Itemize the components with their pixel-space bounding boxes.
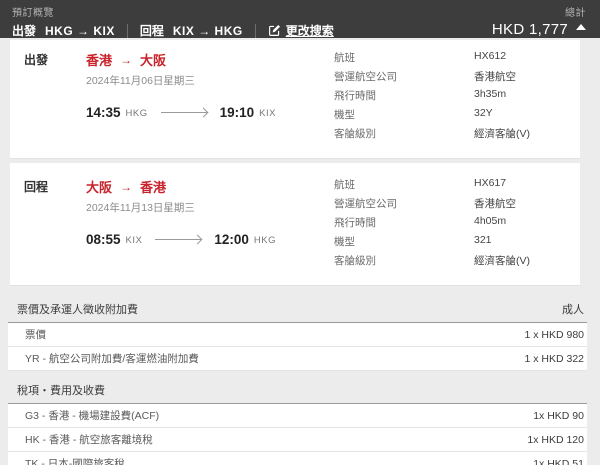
arrival-airport-code: KIX <box>259 108 276 119</box>
fare-section-header: 票價及承運人徵收附加費 成人 <box>8 297 587 323</box>
fare-line-label: YR - 航空公司附加費/客運燃油附加費 <box>25 351 199 366</box>
return-route: KIX → HKG <box>173 24 243 38</box>
taxes-section-header: 稅項・費用及收費 <box>8 378 587 404</box>
departure-airport-code: KIX <box>126 235 143 246</box>
operating-carrier-label: 營運航空公司 <box>334 69 474 84</box>
cabin-class-label: 客艙級別 <box>334 253 474 268</box>
tax-line-value: 1x HKD 90 <box>533 410 584 422</box>
divider <box>255 24 256 38</box>
aircraft-type-value: 32Y <box>474 107 493 122</box>
tax-line-value: 1x HKD 51 <box>533 458 584 465</box>
aircraft-type-label: 機型 <box>334 107 474 122</box>
divider <box>127 24 128 38</box>
passenger-type-header: 成人 <box>562 301 584 317</box>
operating-carrier-value: 香港航空 <box>474 196 516 211</box>
return-label: 回程 <box>140 22 164 39</box>
arrival-time: 12:00 <box>214 232 249 247</box>
fare-line-value: 1 x HKD 980 <box>524 329 584 341</box>
fare-line-label: 票價 <box>25 327 46 342</box>
segment-direction-label: 出發 <box>24 48 86 145</box>
edit-icon <box>268 24 281 37</box>
origin-city: 香港 <box>86 50 112 69</box>
arrival-airport-code: HKG <box>254 235 276 246</box>
flight-duration-value: 4h05m <box>474 215 506 230</box>
arrival-time: 19:10 <box>220 105 255 120</box>
operating-carrier-label: 營運航空公司 <box>334 196 474 211</box>
booking-overview-title: 預訂概覽 <box>12 4 334 19</box>
segment-details: 航班HX612 營運航空公司香港航空 飛行時間3h35m 機型32Y 客艙級別經… <box>334 48 580 145</box>
flight-number-value: HX617 <box>474 177 506 192</box>
destination-city: 大阪 <box>140 50 166 69</box>
taxes-section-title: 稅項・費用及收費 <box>17 382 105 398</box>
flight-number-label: 航班 <box>334 177 474 192</box>
arrow-right-icon: → <box>120 180 132 194</box>
chevron-up-icon[interactable] <box>576 24 586 30</box>
segment-details: 航班HX617 營運航空公司香港航空 飛行時間4h05m 機型321 客艙級別經… <box>334 175 580 272</box>
segment-date: 2024年11月06日星期三 <box>86 73 334 88</box>
outbound-segment-card: 出發 香港 → 大阪 2024年11月06日星期三 14:35 HKG 19:1… <box>10 40 580 159</box>
departure-time: 14:35 <box>86 105 121 120</box>
arrow-right-icon: → <box>120 53 132 67</box>
departure-airport-code: HKG <box>126 108 148 119</box>
fare-line-base-fare: 票價 1 x HKD 980 <box>8 323 587 347</box>
aircraft-type-label: 機型 <box>334 234 474 249</box>
booking-summary-bar: 預訂概覽 出發 HKG → KIX 回程 KIX → HKG 更改搜索 總計 H… <box>0 0 600 38</box>
flight-number-value: HX612 <box>474 50 506 65</box>
cabin-class-value: 經濟客艙(V) <box>474 253 530 268</box>
header-total-value: HKD 1,777 <box>492 21 568 38</box>
operating-carrier-value: 香港航空 <box>474 69 516 84</box>
tax-line-hk: HK - 香港 - 航空旅客離境稅 1x HKD 120 <box>8 428 587 452</box>
tax-line-label: TK - 日本-國際旅客稅 <box>25 456 125 465</box>
fare-section-title: 票價及承運人徵收附加費 <box>17 301 138 317</box>
change-search-label: 更改搜索 <box>286 22 334 39</box>
fare-breakdown: 票價及承運人徵收附加費 成人 票價 1 x HKD 980 YR - 航空公司附… <box>8 297 587 465</box>
flight-arrow-icon <box>155 239 201 240</box>
route-summary: 出發 HKG → KIX 回程 KIX → HKG 更改搜索 <box>12 22 334 39</box>
flight-number-label: 航班 <box>334 50 474 65</box>
outbound-route: HKG → KIX <box>45 24 115 38</box>
flight-duration-label: 飛行時間 <box>334 88 474 103</box>
segment-direction-label: 回程 <box>24 175 86 272</box>
cabin-class-value: 經濟客艙(V) <box>474 126 530 141</box>
flight-duration-value: 3h35m <box>474 88 506 103</box>
outbound-label: 出發 <box>12 22 36 39</box>
header-total-label: 總計 <box>492 4 586 19</box>
segment-date: 2024年11月13日星期三 <box>86 200 334 215</box>
tax-line-label: G3 - 香港 - 機場建設費(ACF) <box>25 408 159 423</box>
flight-duration-label: 飛行時間 <box>334 215 474 230</box>
tax-line-tk: TK - 日本-國際旅客稅 1x HKD 51 <box>8 452 587 465</box>
fare-line-yr-surcharge: YR - 航空公司附加費/客運燃油附加費 1 x HKD 322 <box>8 347 587 371</box>
fare-line-value: 1 x HKD 322 <box>524 353 584 365</box>
destination-city: 香港 <box>140 177 166 196</box>
tax-line-value: 1x HKD 120 <box>527 434 584 446</box>
aircraft-type-value: 321 <box>474 234 492 249</box>
tax-line-g3: G3 - 香港 - 機場建設費(ACF) 1x HKD 90 <box>8 404 587 428</box>
departure-time: 08:55 <box>86 232 121 247</box>
cabin-class-label: 客艙級別 <box>334 126 474 141</box>
flight-arrow-icon <box>161 112 207 113</box>
change-search-link[interactable]: 更改搜索 <box>268 22 334 39</box>
tax-line-label: HK - 香港 - 航空旅客離境稅 <box>25 432 153 447</box>
return-segment-card: 回程 大阪 → 香港 2024年11月13日星期三 08:55 KIX 12:0… <box>10 163 580 286</box>
origin-city: 大阪 <box>86 177 112 196</box>
